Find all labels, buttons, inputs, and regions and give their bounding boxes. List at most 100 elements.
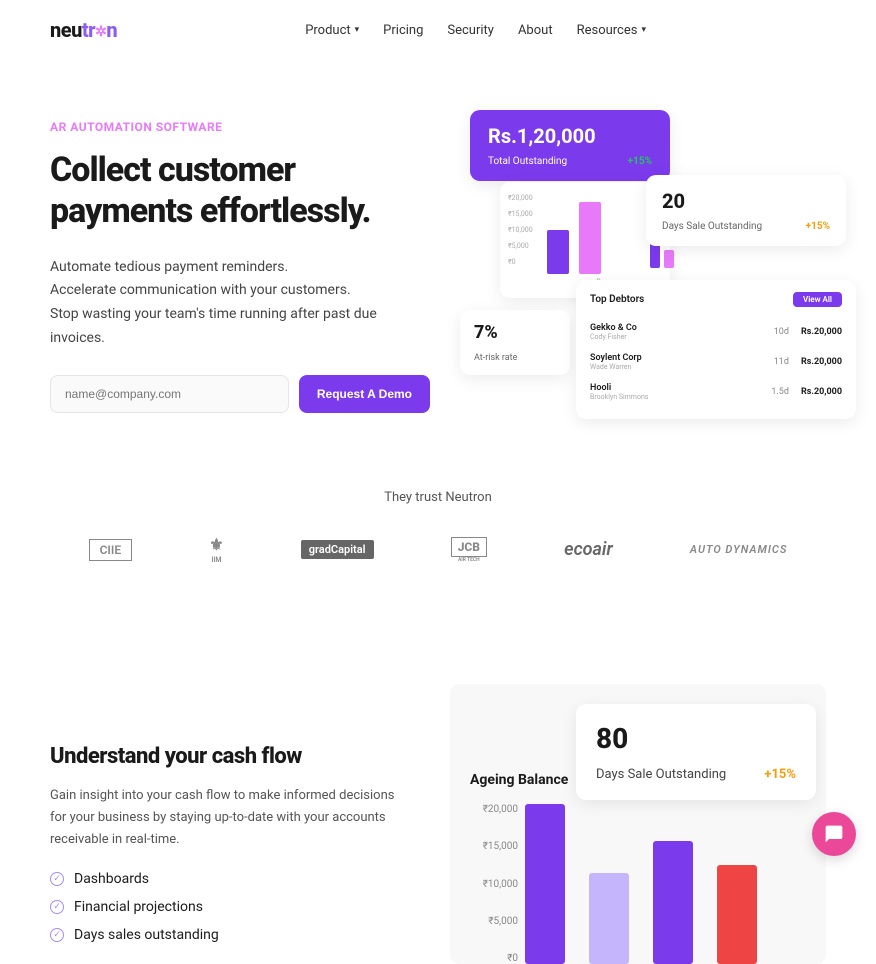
debtor-sub: Cody Fisher [590, 333, 637, 341]
tick: ₹10,000 [470, 879, 518, 890]
logo-text-2: tr [82, 18, 95, 42]
tick: ₹10,000 [508, 226, 533, 234]
debtor-name: Soylent Corp [590, 353, 642, 363]
nav-security[interactable]: Security [447, 23, 494, 38]
dso-large-card: 80 Days Sale Outstanding +15% [576, 704, 816, 800]
request-demo-button[interactable]: Request A Demo [299, 375, 430, 413]
debtors-title: Top Debtors [590, 294, 644, 305]
debtor-amt: Rs.20,000 [801, 387, 842, 397]
logo-gradcapital: gradCapital [301, 540, 374, 559]
section-desc: Gain insight into your cash flow to make… [50, 785, 410, 851]
outstanding-delta: +15% [628, 156, 652, 167]
cashflow-content: Understand your cash flow Gain insight i… [50, 684, 410, 964]
bar [589, 873, 629, 964]
nav-label: Resources [577, 23, 638, 38]
feature-label: Financial projections [74, 899, 203, 915]
bar [525, 804, 565, 964]
debtor-row: HooliBrooklyn Simmons 1.5d Rs.20,000 [590, 377, 842, 407]
debtor-days: 1.5d [771, 387, 789, 397]
nav-product[interactable]: Product ▾ [305, 23, 359, 38]
tick: ₹20,000 [470, 804, 518, 815]
hero-content: AR AUTOMATION SOFTWARE Collect customer … [50, 120, 430, 420]
ageing-bars [525, 804, 806, 964]
risk-label: At-risk rate [474, 353, 556, 363]
bar-purple [547, 230, 569, 274]
tick: ₹15,000 [470, 841, 518, 852]
hero-section: AR AUTOMATION SOFTWARE Collect customer … [0, 60, 876, 440]
nav-label: Security [447, 23, 494, 38]
debtor-name: Gekko & Co [590, 323, 637, 333]
cashflow-visual: 80 Days Sale Outstanding +15% Ageing Bal… [450, 684, 826, 964]
cashflow-section: Understand your cash flow Gain insight i… [0, 604, 876, 964]
tick: ₹15,000 [508, 210, 533, 218]
email-input[interactable] [50, 375, 289, 413]
nav-resources[interactable]: Resources▾ [577, 23, 646, 38]
logo-sub: AIR TECH [451, 557, 487, 563]
logo-ciie: CIIE [89, 539, 133, 561]
tick: ₹20,000 [508, 194, 533, 202]
nav-menu: Product ▾ Pricing Security About Resource… [305, 23, 646, 38]
logo-iim: ⚜ IIM [209, 535, 223, 564]
dso-delta: +15% [764, 767, 796, 782]
dso-value: 20 [662, 189, 830, 213]
logo-text: JCB [451, 537, 487, 557]
dso-label: Days Sale Outstanding [662, 221, 762, 232]
debtor-sub: Brooklyn Simmons [590, 393, 648, 401]
eyebrow: AR AUTOMATION SOFTWARE [50, 120, 430, 134]
debtor-row: Gekko & CoCody Fisher 10d Rs.20,000 [590, 317, 842, 347]
risk-value: 7% [474, 322, 556, 343]
nav-about[interactable]: About [518, 23, 553, 38]
ageing-ticks: ₹20,000 ₹15,000 ₹10,000 ₹5,000 ₹0 [470, 804, 518, 964]
check-icon: ✓ [50, 900, 64, 914]
headline: Collect customer payments effortlessly. [50, 150, 430, 232]
debtor-days: 10d [774, 327, 789, 337]
logo-jcb: JCBAIR TECH [451, 537, 487, 563]
outstanding-label: Total Outstanding [488, 156, 567, 167]
section-title: Understand your cash flow [50, 744, 410, 769]
brand-logo[interactable]: neutr✲n [50, 18, 117, 42]
atom-icon: ✲ [95, 24, 106, 40]
logo-text-1: neu [50, 18, 82, 42]
bar [717, 865, 757, 964]
feature-label: Days sales outstanding [74, 927, 219, 943]
nav-pricing[interactable]: Pricing [383, 23, 423, 38]
stub [664, 250, 674, 268]
bar-pink [579, 202, 601, 274]
subhead: Automate tedious payment reminders. Acce… [50, 256, 430, 351]
dso-value: 80 [596, 722, 796, 755]
tick: ₹0 [508, 258, 533, 266]
chat-button[interactable] [812, 812, 856, 856]
trust-title: They trust Neutron [50, 490, 826, 505]
chart-y-ticks: ₹20,000 ₹15,000 ₹10,000 ₹5,000 ₹0 [508, 194, 533, 266]
debtor-row: Soylent CorpWade Warren 11d Rs.20,000 [590, 347, 842, 377]
logo-row: CIIE ⚜ IIM gradCapital JCBAIR TECH ecoair… [50, 535, 826, 564]
view-all-button[interactable]: View All [793, 292, 842, 307]
logo-ecoair: ecoair [564, 539, 613, 560]
debtors-card: Top Debtors View All Gekko & CoCody Fish… [576, 280, 856, 419]
logo-text: IIM [211, 556, 221, 564]
chevron-down-icon: ▾ [641, 25, 646, 35]
logo-text-3: n [106, 18, 117, 42]
chevron-down-icon: ▾ [355, 25, 360, 35]
nav-label: Product [305, 23, 350, 38]
tick: ₹0 [470, 953, 518, 964]
ageing-chart: Ageing Balance ₹20,000 ₹15,000 ₹10,000 ₹… [470, 772, 806, 964]
outstanding-card: Rs.1,20,000 Total Outstanding +15% [470, 110, 670, 181]
top-nav: neutr✲n Product ▾ Pricing Security About … [0, 0, 876, 60]
hero-dashboard: Rs.1,20,000 Total Outstanding +15% ₹20,0… [470, 120, 826, 420]
emblem-icon: ⚜ [209, 535, 223, 554]
debtor-sub: Wade Warren [590, 363, 642, 371]
debtor-amt: Rs.20,000 [801, 327, 842, 337]
feature-item: ✓Dashboards [50, 871, 410, 887]
risk-card: 7% At-risk rate [460, 310, 570, 375]
dso-delta: +15% [806, 221, 830, 232]
bar [653, 841, 693, 964]
tick: ₹5,000 [508, 242, 533, 250]
trust-section: They trust Neutron CIIE ⚜ IIM gradCapital… [0, 440, 876, 604]
feature-item: ✓Days sales outstanding [50, 927, 410, 943]
tick: ₹5,000 [470, 916, 518, 927]
debtor-name: Hooli [590, 383, 648, 393]
debtor-amt: Rs.20,000 [801, 357, 842, 367]
outstanding-value: Rs.1,20,000 [488, 124, 652, 148]
chat-icon [824, 824, 844, 844]
